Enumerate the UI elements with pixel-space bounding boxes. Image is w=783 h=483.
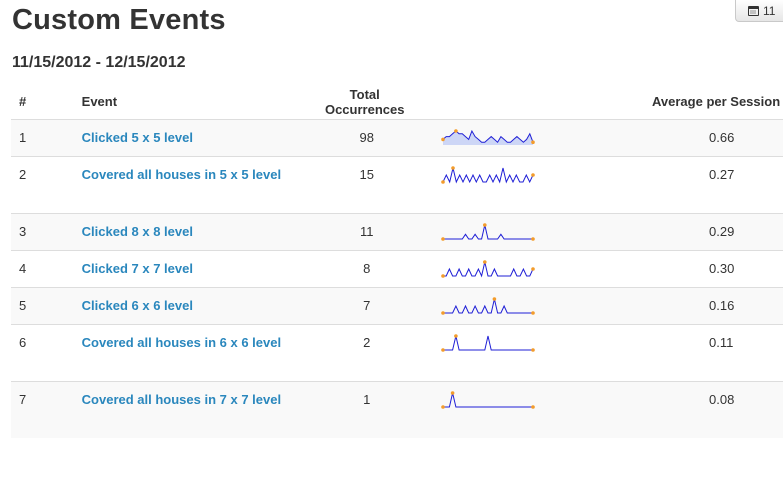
table-row: 4 Clicked 7 x 7 level 8 0.30: [11, 249, 783, 287]
sparkline-line: [443, 335, 533, 350]
event-cell: Clicked 8 x 8 level: [81, 212, 304, 250]
table-row: 1 Clicked 5 x 5 level 98 0.66: [11, 118, 783, 156]
event-link[interactable]: Covered all houses in 5 x 5 level: [82, 165, 281, 185]
calendar-icon: [748, 5, 759, 16]
total-occurrences: 11: [303, 212, 416, 250]
sparkline-point: [531, 347, 535, 352]
date-range: 11/15/2012 - 12/15/2012: [12, 54, 186, 71]
sparkline-line: [443, 298, 533, 313]
sparkline-point: [454, 333, 458, 338]
sparkline-line: [443, 392, 533, 407]
header-number: #: [11, 85, 82, 120]
sparkline: [441, 390, 535, 409]
event-cell: Clicked 7 x 7 level: [81, 249, 304, 287]
event-link[interactable]: Clicked 7 x 7 level: [82, 259, 193, 279]
sparkline: [441, 259, 535, 278]
sparkline-point: [441, 273, 445, 278]
table-row: 2 Covered all houses in 5 x 5 level 15 0.27: [11, 155, 783, 213]
sparkline-point: [450, 390, 455, 395]
table-row: 3 Clicked 8 x 8 level 11 0.29: [11, 212, 783, 250]
sparkline-point: [483, 222, 487, 227]
sparkline-line: [443, 261, 534, 278]
sparkline-point: [441, 347, 445, 352]
sparkline-point: [451, 165, 455, 170]
sparkline-point: [454, 128, 458, 133]
row-number: 1: [11, 118, 82, 156]
event-cell: Clicked 5 x 5 level: [81, 118, 304, 156]
event-link[interactable]: Clicked 8 x 8 level: [82, 222, 193, 242]
average-per-session: 0.08: [535, 380, 783, 438]
event-cell: Covered all houses in 5 x 5 level: [81, 155, 304, 213]
sparkline-point: [531, 236, 535, 241]
event-link[interactable]: Clicked 6 x 6 level: [82, 296, 193, 316]
sparkline-cell: [416, 212, 535, 250]
total-occurrences: 8: [303, 249, 416, 287]
sparkline: [441, 165, 535, 184]
total-occurrences: 1: [303, 380, 416, 438]
date-range-button[interactable]: 11: [735, 0, 783, 22]
header-total-occurrences: Total Occurrences: [303, 85, 416, 120]
table-header-row: # Event Total Occurrences Average per Se…: [11, 85, 783, 120]
sparkline: [441, 333, 535, 352]
sparkline-point: [441, 404, 445, 409]
event-link[interactable]: Covered all houses in 6 x 6 level: [82, 333, 281, 353]
total-occurrences: 15: [303, 155, 416, 213]
sparkline-point: [441, 310, 445, 315]
event-cell: Clicked 6 x 6 level: [81, 286, 304, 324]
page-title: Custom Events: [12, 4, 226, 36]
sparkline-point: [531, 266, 535, 271]
average-per-session: 0.66: [535, 118, 783, 156]
table-row: 7 Covered all houses in 7 x 7 level 1 0.08: [11, 380, 783, 438]
average-per-session: 0.29: [535, 212, 783, 250]
sparkline-point: [483, 259, 487, 264]
row-number: 6: [11, 323, 82, 381]
date-button-label: 11: [763, 3, 776, 18]
sparkline-point: [492, 296, 497, 301]
sparkline-point: [531, 172, 535, 177]
sparkline-cell: [416, 286, 535, 324]
total-occurrences: 2: [303, 323, 416, 381]
sparkline-point: [441, 179, 445, 184]
custom-events-table: # Event Total Occurrences Average per Se…: [11, 85, 783, 438]
event-cell: Covered all houses in 6 x 6 level: [81, 323, 304, 381]
total-occurrences: 7: [303, 286, 416, 324]
average-per-session: 0.16: [535, 286, 783, 324]
sparkline-cell: [416, 249, 535, 287]
sparkline-point: [531, 404, 535, 409]
table-row: 6 Covered all houses in 6 x 6 level 2 0.11: [11, 323, 783, 381]
average-per-session: 0.30: [535, 249, 783, 287]
header-event: Event: [81, 85, 304, 120]
header-average-per-session: Average per Session: [535, 85, 783, 120]
sparkline-cell: [416, 323, 535, 381]
sparkline-point: [441, 137, 445, 141]
total-occurrences: 98: [303, 118, 416, 156]
row-number: 5: [11, 286, 82, 324]
sparkline: [441, 128, 535, 145]
event-link[interactable]: Covered all houses in 7 x 7 level: [82, 390, 281, 410]
sparkline-line: [443, 224, 533, 239]
sparkline-point: [441, 236, 445, 241]
sparkline: [441, 222, 535, 241]
average-per-session: 0.27: [535, 155, 783, 213]
event-link[interactable]: Clicked 5 x 5 level: [82, 128, 193, 148]
sparkline: [441, 296, 535, 315]
sparkline-point: [531, 139, 535, 144]
sparkline-cell: [416, 118, 535, 156]
row-number: 7: [11, 380, 82, 438]
table-row: 5 Clicked 6 x 6 level 7 0.16: [11, 286, 783, 324]
average-per-session: 0.11: [535, 323, 783, 381]
event-cell: Covered all houses in 7 x 7 level: [81, 380, 304, 438]
sparkline-line: [442, 167, 534, 183]
row-number: 4: [11, 249, 82, 287]
sparkline-cell: [416, 380, 535, 438]
sparkline-area: [443, 130, 533, 145]
header-sparkline: [416, 85, 535, 120]
sparkline-point: [531, 310, 535, 315]
row-number: 2: [11, 155, 82, 213]
row-number: 3: [11, 212, 82, 250]
sparkline-cell: [416, 155, 535, 213]
